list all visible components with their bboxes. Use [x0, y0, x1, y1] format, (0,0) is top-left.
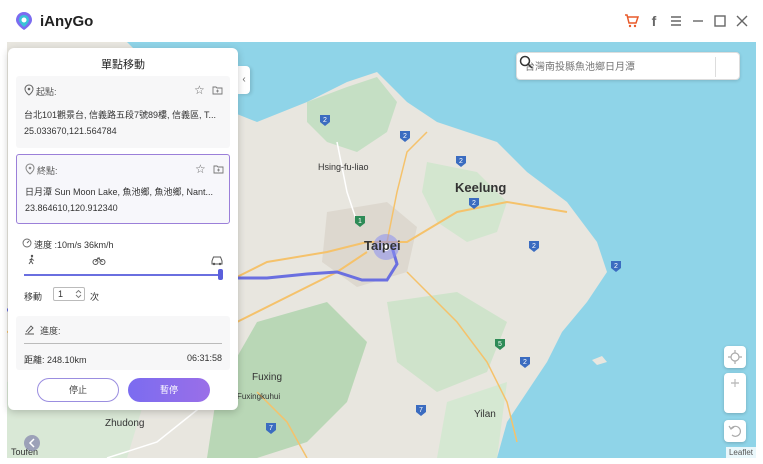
folder-icon[interactable] — [213, 164, 224, 174]
map-label-keelung: Keelung — [455, 180, 507, 195]
location-search-box — [516, 52, 740, 80]
zoom-out-icon[interactable] — [724, 373, 746, 393]
facebook-icon[interactable]: f — [646, 13, 662, 29]
start-point-address: 台北101觀景台, 信義路五段7號89樓, 信義區, T... — [24, 110, 217, 120]
svg-text:7: 7 — [269, 425, 273, 432]
movement-panel: 單點移動 起點: ☆ 台北101觀景台, 信義路五段7號89樓, 信義區, T.… — [8, 48, 238, 410]
move-count-label: 移動 — [24, 292, 43, 302]
minimize-icon[interactable] — [690, 13, 706, 29]
end-point-label: 終點: — [37, 166, 58, 176]
map-label-hsing-fu-liao: Hsing-fu-liao — [318, 162, 369, 172]
star-icon[interactable]: ☆ — [194, 84, 206, 96]
end-point-coordinates: 23.864610,120.912340 — [25, 203, 118, 213]
chevron-left-icon: ‹ — [242, 74, 246, 85]
map-label-zhudong: Zhudong — [105, 418, 145, 429]
svg-text:2: 2 — [403, 133, 407, 140]
speed-slider-handle[interactable] — [218, 269, 223, 280]
speed-slider-track[interactable] — [24, 274, 222, 276]
car-icon[interactable] — [210, 254, 224, 266]
map-label-taipei: Taipei — [364, 238, 401, 253]
svg-text:2: 2 — [532, 243, 536, 250]
bicycle-icon[interactable] — [92, 254, 106, 266]
map-attribution[interactable]: Leaflet — [725, 447, 756, 458]
start-point-coordinates: 25.033670,121.564784 — [24, 126, 117, 136]
route-marker: 2 — [400, 131, 410, 142]
star-icon[interactable]: ☆ — [195, 163, 207, 175]
route-marker: 5 — [495, 339, 505, 350]
route-marker: 2 — [611, 261, 621, 272]
speed-section: 速度 :10m/s 36km/h 移動 1 次 — [16, 230, 230, 310]
location-pin-icon — [25, 163, 35, 175]
route-marker: 1 — [355, 216, 365, 227]
end-point-card[interactable]: 終點: ☆ 日月潭 Sun Moon Lake, 魚池鄉, 魚池鄉, Nant.… — [16, 154, 230, 224]
speedometer-icon — [22, 238, 32, 248]
location-pin-icon — [24, 84, 34, 96]
maximize-icon[interactable] — [712, 13, 728, 29]
start-point-label: 起點: — [36, 87, 57, 97]
panel-title: 單點移動 — [101, 59, 145, 71]
locate-button[interactable] — [724, 346, 746, 368]
speed-label: 速度 :10m/s 36km/h — [34, 240, 114, 250]
route-marker: 2 — [469, 198, 479, 209]
walking-icon[interactable] — [26, 254, 38, 266]
svg-text:2: 2 — [472, 200, 476, 207]
crosshair-icon — [728, 350, 742, 364]
stepper-arrows-icon[interactable] — [75, 289, 82, 299]
stop-button[interactable]: 停止 — [37, 378, 119, 402]
progress-bar — [24, 343, 222, 344]
move-count-unit: 次 — [90, 292, 100, 302]
map-label-fuxingkuhui: Fuxingkuhui — [237, 392, 281, 401]
svg-text:2: 2 — [523, 359, 527, 366]
menu-icon[interactable] — [668, 13, 684, 29]
progress-label: 進度: — [40, 326, 61, 336]
close-icon[interactable] — [734, 13, 750, 29]
svg-text:1: 1 — [358, 218, 362, 225]
map-label-fuxing: Fuxing — [252, 372, 283, 383]
route-marker: 2 — [520, 357, 530, 368]
back-arrow-icon[interactable] — [23, 434, 41, 452]
pause-button[interactable]: 暫停 — [128, 378, 210, 402]
location-search-input[interactable] — [525, 59, 705, 75]
svg-text:5: 5 — [498, 341, 502, 348]
reset-button[interactable] — [724, 420, 746, 442]
map-label-yilan: Yilan — [474, 409, 496, 420]
svg-text:2: 2 — [323, 117, 327, 124]
search-divider — [715, 57, 716, 77]
zoom-controls — [724, 373, 746, 413]
app-title: iAnyGo — [40, 13, 94, 30]
title-bar: iAnyGo f — [0, 0, 763, 42]
route-marker: 7 — [416, 405, 426, 416]
cart-icon[interactable] — [624, 13, 640, 29]
move-count-value[interactable]: 1 — [58, 289, 63, 299]
move-count-stepper[interactable]: 1 — [53, 287, 85, 301]
route-marker: 7 — [266, 423, 276, 434]
svg-text:2: 2 — [614, 263, 618, 270]
svg-text:7: 7 — [419, 407, 423, 414]
progress-icon — [25, 325, 34, 335]
route-marker: 2 — [320, 115, 330, 126]
app-window: iAnyGo f 2 2 2 2 1 2 5 2 7 7 2 Hsing-fu-… — [0, 0, 763, 464]
route-marker: 2 — [529, 241, 539, 252]
route-marker: 2 — [456, 156, 466, 167]
app-logo-icon — [16, 12, 32, 30]
svg-text:2: 2 — [459, 158, 463, 165]
progress-card: 進度: 距離: 248.10km 06:31:58 — [16, 316, 230, 370]
elapsed-time: 06:31:58 — [186, 353, 222, 363]
end-point-address: 日月潭 Sun Moon Lake, 魚池鄉, 魚池鄉, Nant... — [25, 187, 214, 197]
search-icon[interactable] — [517, 53, 535, 71]
collapse-panel-button[interactable]: ‹ — [238, 66, 250, 94]
undo-icon — [728, 425, 741, 437]
start-point-card[interactable]: 起點: ☆ 台北101觀景台, 信義路五段7號89樓, 信義區, T... 25… — [16, 76, 230, 148]
distance-text: 距離: 248.10km — [24, 355, 87, 365]
folder-icon[interactable] — [212, 85, 223, 95]
